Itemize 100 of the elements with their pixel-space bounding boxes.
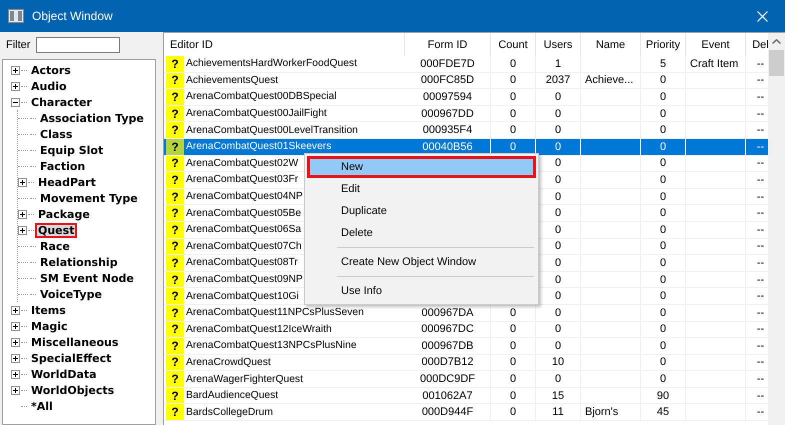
table-cell: 0 [554, 90, 562, 103]
table-cell: 0 [510, 323, 516, 336]
table-cell: -- [756, 390, 764, 402]
menu-item[interactable]: Duplicate [307, 200, 536, 222]
table-cell: ArenaCombatQuest02W [185, 158, 300, 169]
table-cell: 0 [660, 108, 666, 120]
table-row[interactable]: ? ArenaCombatQuest13NPCsPlusNine 000967DB 0 0 0 -- [164, 338, 768, 355]
tree-item[interactable]: WorldData [28, 366, 100, 382]
expand-icon[interactable] [18, 226, 27, 234]
status-icon: ? [166, 106, 184, 122]
tree-item[interactable]: Items [28, 302, 69, 318]
table-row[interactable]: ? ArenaCrowdQuest 000D7B12 0 10 0 -- [164, 354, 768, 372]
table-cell: 0 [554, 256, 562, 269]
tree-item[interactable]: Race [37, 238, 73, 254]
table-cell: 000935F4 [422, 124, 472, 136]
filter-field[interactable] [36, 37, 120, 53]
expand-icon[interactable] [11, 338, 20, 346]
table-cell: ArenaCombatQuest09NP [185, 274, 304, 286]
table-row[interactable]: ? AchievementsQuest 000FC85D 0 2037 Achieve... 0 -- [164, 72, 768, 90]
table-row[interactable]: ? AchievementsHardWorkerFoodQuest 000FDE7D 0 1 5 Craft Item -- [164, 56, 768, 73]
window-title: Object Window [32, 9, 113, 23]
expand-icon[interactable] [11, 66, 20, 74]
table-cell: ArenaCombatQuest00LevelTransition [185, 124, 359, 136]
table-cell: 0 [660, 207, 666, 220]
status-icon: ? [166, 56, 184, 72]
expand-icon[interactable] [11, 370, 20, 378]
expand-icon[interactable] [18, 210, 27, 218]
table-cell: ArenaCombatQuest06Sa [185, 224, 302, 236]
table-cell: 0 [554, 157, 562, 170]
scroll-up-icon[interactable] [772, 39, 781, 44]
scrollbar[interactable] [768, 33, 785, 425]
table-row[interactable]: ? ArenaCombatQuest00DBSpecial 00097594 0 0 0 -- [164, 89, 768, 106]
table-cell: 000967DD [421, 108, 474, 120]
table-cell: -- [756, 90, 764, 103]
tree-item[interactable]: Actors [28, 62, 74, 78]
status-icon: ? [166, 404, 184, 420]
table-cell: 0 [660, 340, 666, 352]
table-cell: 0 [554, 373, 562, 386]
table-cell: 000D7B12 [422, 356, 474, 368]
table-cell: -- [756, 256, 764, 269]
tree-item[interactable]: Class [37, 126, 76, 142]
table-cell: -- [756, 58, 764, 70]
menu-item[interactable]: New [307, 156, 536, 178]
expand-icon[interactable] [11, 306, 20, 314]
tree-item[interactable]: HeadPart [35, 174, 99, 190]
scroll-thumb[interactable] [769, 50, 784, 76]
table-cell: 0 [554, 190, 562, 203]
expand-icon[interactable] [11, 354, 20, 362]
tree-item[interactable]: Quest [35, 222, 78, 238]
table-cell: ArenaCombatQuest00JailFight [185, 108, 328, 120]
tree-item[interactable]: Magic [28, 318, 71, 334]
table-row[interactable]: ? BardAudienceQuest 001062A7 0 15 90 -- [164, 388, 768, 404]
table-cell: 000DC9DF [420, 373, 476, 386]
table-cell: -- [756, 74, 764, 86]
status-icon: ? [166, 304, 184, 320]
expand-icon[interactable] [11, 386, 20, 394]
tree-item[interactable]: Package [35, 206, 93, 222]
collapse-icon[interactable] [11, 98, 20, 106]
tree-item[interactable]: Faction [37, 158, 88, 174]
table-cell: -- [756, 240, 764, 252]
tree-item[interactable]: Audio [28, 78, 70, 94]
tree-item[interactable]: SM Event Node [37, 270, 137, 286]
table-row[interactable]: ? ArenaCombatQuest00JailFight 000967DD 0 0 0 -- [164, 106, 768, 122]
expand-icon[interactable] [11, 82, 20, 90]
tree-item[interactable]: Movement Type [37, 190, 141, 206]
table-cell: ArenaCombatQuest01Skeevers [185, 141, 332, 152]
tree-item[interactable]: VoiceType [37, 286, 105, 302]
table-cell: ArenaCombatQuest00DBSpecial [185, 91, 338, 102]
table-cell: 0 [660, 274, 666, 286]
table-cell: 0 [660, 373, 666, 386]
menu-item[interactable]: Edit [307, 178, 536, 200]
status-icon: ? [166, 122, 184, 138]
table-cell: AchievementsHardWorkerFoodQuest [185, 58, 358, 70]
table-cell: AchievementsQuest [185, 74, 280, 86]
table-cell: 1 [554, 58, 562, 70]
tree-item[interactable]: Equip Slot [37, 142, 106, 158]
expand-icon[interactable] [11, 322, 20, 330]
table-cell: ArenaCombatQuest08Tr [185, 257, 299, 268]
status-icon: ? [166, 322, 184, 338]
tree-item[interactable]: SpecialEffect [28, 350, 114, 366]
table-row[interactable]: ? ArenaCombatQuest11NPCsPlusSeven 000967DA 0 0 0 -- [164, 304, 768, 322]
tree-item[interactable]: Miscellaneous [28, 334, 122, 350]
table-row[interactable]: ? BardsCollegeDrum 000D944F 0 11 Bjorn's 45 -- [164, 404, 768, 422]
tree-item[interactable]: Relationship [37, 254, 121, 270]
tree-item[interactable]: WorldObjects [28, 382, 118, 398]
table-cell: -- [756, 124, 764, 136]
tree-item[interactable]: Character [28, 94, 95, 110]
expand-icon[interactable] [18, 178, 27, 186]
tree-item[interactable]: *All [28, 398, 56, 414]
table-cell: 001062A7 [422, 390, 473, 402]
table-cell: 000FC85D [420, 74, 474, 86]
table-cell: 0 [660, 90, 666, 103]
table-cell: -- [756, 306, 764, 319]
table-row[interactable]: ? ArenaCombatQuest00LevelTransition 000935F4 0 0 0 -- [164, 122, 768, 139]
tree-item[interactable]: Association Type [37, 110, 147, 126]
table-row[interactable]: ? ArenaWagerFighterQuest 000DC9DF 0 0 0 -- [164, 371, 768, 388]
menu-item[interactable]: Use Info [307, 280, 536, 302]
table-cell: 0 [660, 157, 666, 170]
table-cell: 0 [510, 340, 516, 352]
table-row[interactable]: ? ArenaCombatQuest12IceWraith 000967DC 0 0 0 -- [164, 322, 768, 338]
